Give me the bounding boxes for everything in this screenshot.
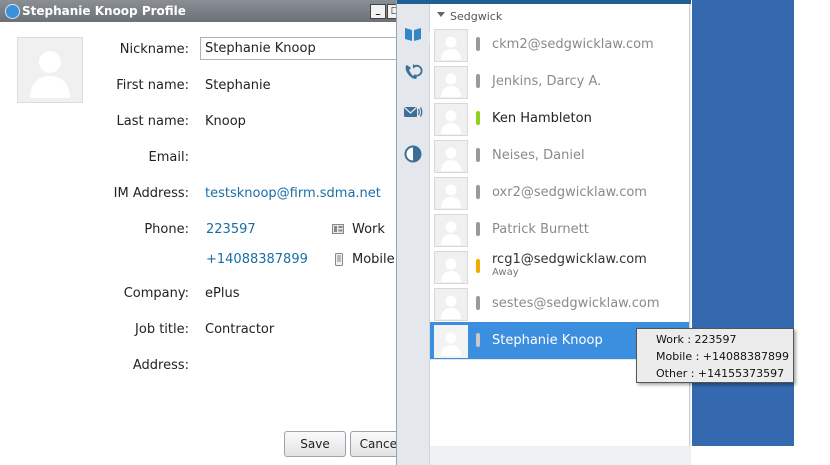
company-value: ePlus [205, 286, 240, 301]
avatar [434, 103, 468, 136]
contact-name: Neises, Daniel [492, 148, 585, 163]
contact-name: Patrick Burnett [492, 222, 589, 237]
contact-name: sestes@sedgwicklaw.com [492, 296, 660, 311]
company-label: Company: [123, 286, 189, 301]
presence-indicator [476, 333, 480, 347]
first-name-label: First name: [116, 78, 189, 93]
mobile-phone-type: Mobile [352, 252, 395, 267]
presence-indicator [476, 259, 480, 273]
avatar [434, 66, 468, 99]
contact-row[interactable]: Ken Hambleton [430, 100, 689, 138]
tooltip-work-line: Work : 223597 [656, 333, 737, 346]
first-name-value: Stephanie [205, 78, 271, 93]
contact-name: Jenkins, Darcy A. [492, 74, 602, 89]
avatar [434, 29, 468, 62]
person-silhouette-icon [441, 332, 461, 356]
tooltip-other-line: Other : +14155373597 [656, 367, 785, 380]
avatar [434, 251, 468, 284]
contact-name: oxr2@sedgwicklaw.com [492, 185, 647, 200]
presence-indicator [476, 111, 480, 125]
avatar [434, 177, 468, 210]
call-history-icon[interactable] [403, 62, 423, 82]
presence-indicator [476, 222, 480, 236]
cancel-button[interactable]: Cancel [350, 431, 396, 457]
person-silhouette-icon [441, 184, 461, 208]
nickname-input[interactable] [200, 37, 396, 60]
navigation-rail [397, 4, 430, 465]
job-title-label: Job title: [135, 322, 189, 337]
avatar [434, 214, 468, 247]
person-silhouette-icon [441, 295, 461, 319]
last-name-label: Last name: [116, 114, 189, 129]
avatar [434, 288, 468, 321]
contact-row[interactable]: Patrick Burnett [430, 211, 689, 249]
contact-status: Away [492, 267, 519, 278]
group-name: Sedgwick [450, 10, 503, 23]
mobile-phone-icon [335, 253, 343, 266]
nickname-label: Nickname: [119, 42, 189, 57]
person-silhouette-icon [441, 73, 461, 97]
presence-indicator [476, 185, 480, 199]
job-title-value: Contractor [205, 322, 275, 337]
presence-indicator [476, 37, 480, 51]
avatar [434, 325, 468, 358]
contact-row[interactable]: rcg1@sedgwicklaw.com Away [430, 248, 689, 286]
contact-row[interactable]: Neises, Daniel [430, 137, 689, 175]
window-title: Stephanie Knoop Profile [22, 4, 186, 18]
avatar [434, 140, 468, 173]
group-header[interactable]: Sedgwick [430, 8, 689, 27]
contact-name: Ken Hambleton [492, 111, 592, 126]
contact-row[interactable]: ckm2@sedgwicklaw.com [430, 26, 689, 64]
maximize-button[interactable]: □ [387, 4, 396, 19]
save-button[interactable]: Save [284, 431, 346, 457]
work-phone-icon [332, 224, 344, 234]
im-address-link[interactable]: testsknoop@firm.sdma.net [205, 186, 381, 201]
person-silhouette-icon [441, 110, 461, 134]
contacts-book-icon[interactable] [403, 24, 423, 44]
mobile-phone-link[interactable]: +14088387899 [206, 252, 308, 267]
phone-tooltip: Work : 223597 Mobile : +14088387899 Othe… [636, 328, 794, 383]
contact-name: rcg1@sedgwicklaw.com [492, 252, 647, 267]
work-phone-type: Work [352, 222, 385, 237]
voicemail-icon[interactable] [403, 102, 423, 122]
presence-indicator [476, 296, 480, 310]
email-label: Email: [148, 150, 189, 165]
title-bar[interactable]: Stephanie Knoop Profile _ □ [0, 0, 396, 22]
profile-window: Stephanie Knoop Profile _ □ Nickname: Fi… [0, 0, 397, 465]
contact-row[interactable]: Jenkins, Darcy A. [430, 63, 689, 101]
work-phone-link[interactable]: 223597 [206, 222, 256, 237]
person-silhouette-icon [441, 258, 461, 282]
collapse-caret-icon[interactable] [437, 12, 445, 17]
presence-icon[interactable] [403, 144, 423, 164]
contacts-window: Sedgwick ckm2@sedgwicklaw.com Jenkins, Da… [397, 0, 691, 465]
app-icon [5, 4, 20, 19]
contact-name: ckm2@sedgwicklaw.com [492, 37, 654, 52]
im-address-label: IM Address: [113, 186, 189, 201]
person-silhouette-icon [441, 147, 461, 171]
contact-name: Stephanie Knoop [492, 333, 603, 348]
presence-indicator [476, 148, 480, 162]
last-name-value: Knoop [205, 114, 246, 129]
phone-label: Phone: [144, 222, 189, 237]
presence-indicator [476, 74, 480, 88]
minimize-button[interactable]: _ [370, 4, 386, 19]
tooltip-mobile-line: Mobile : +14088387899 [656, 350, 789, 363]
contact-row[interactable]: sestes@sedgwicklaw.com [430, 285, 689, 323]
person-silhouette-icon [441, 221, 461, 245]
contact-row[interactable]: oxr2@sedgwicklaw.com [430, 174, 689, 212]
address-label: Address: [132, 358, 189, 373]
person-silhouette-icon [441, 36, 461, 60]
